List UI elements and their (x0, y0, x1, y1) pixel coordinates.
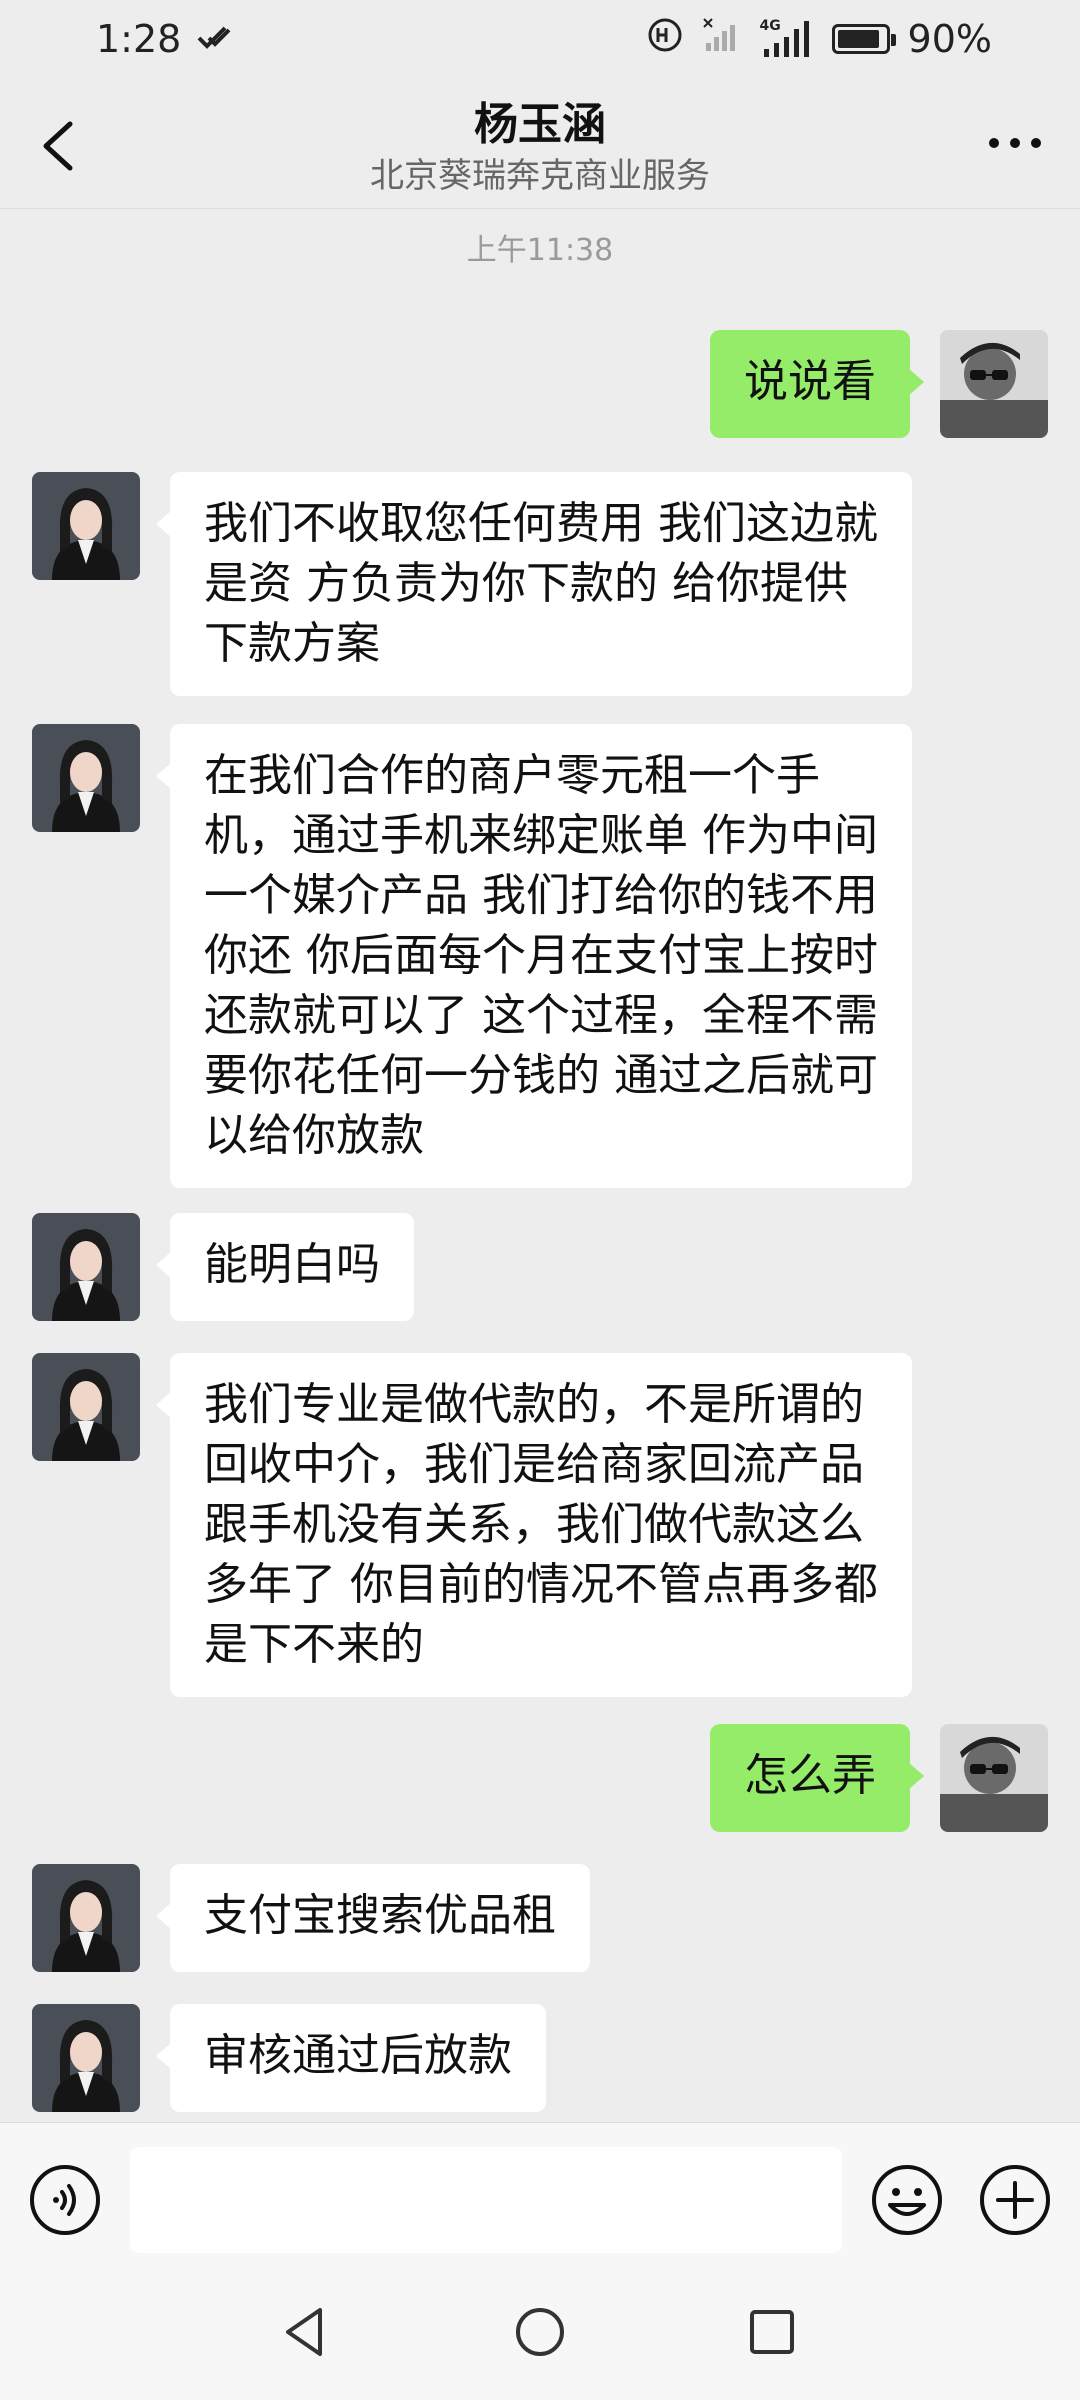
my-avatar[interactable] (940, 330, 1048, 438)
voice-icon (30, 2165, 100, 2235)
contact-name: 杨玉涵 (474, 99, 606, 150)
voice-button[interactable] (28, 2163, 102, 2237)
nav-home-button[interactable] (512, 2304, 568, 2360)
more-button[interactable] (980, 118, 1050, 168)
system-nav-bar (0, 2264, 1080, 2400)
emoji-button[interactable] (870, 2163, 944, 2237)
message-bubble-outgoing[interactable]: 说说看 (710, 330, 924, 438)
battery-fill (837, 30, 879, 48)
contact-avatar[interactable] (32, 1353, 140, 1461)
signal-4g-icon: 4G (760, 19, 814, 59)
input-bar (0, 2122, 1080, 2265)
message-bubble-incoming[interactable]: 审核通过后放款 (156, 2004, 546, 2112)
my-avatar[interactable] (940, 1724, 1048, 1832)
status-right: 4G 90% (646, 16, 992, 63)
contact-avatar[interactable] (32, 1213, 140, 1321)
status-bar: 1:28 4G 90% (0, 0, 1080, 78)
more-dots-icon (989, 138, 1041, 148)
triangle-back-icon (286, 2308, 322, 2356)
contact-subtitle: 北京葵瑞奔克商业服务 (370, 156, 710, 196)
plus-button[interactable] (978, 2163, 1052, 2237)
contact-avatar[interactable] (32, 472, 140, 580)
contact-avatar[interactable] (32, 724, 140, 832)
message-bubble-incoming[interactable]: 能明白吗 (156, 1213, 414, 1321)
emoji-icon (872, 2165, 942, 2235)
hd-call-icon (646, 16, 684, 63)
battery-icon (831, 24, 896, 54)
signal-off-icon (702, 17, 742, 62)
chat-screen: 1:28 4G 90% 杨玉涵 北京葵瑞奔克商业服务 上午11:38 说说看 我… (0, 0, 1080, 2400)
message-bubble-incoming[interactable]: 我们专业是做代款的，不是所谓的回收中介，我们是给商家回流产品跟手机没有关系，我们… (156, 1353, 912, 1697)
message-bubble-incoming[interactable]: 支付宝搜索优品租 (156, 1864, 590, 1972)
nav-back-button[interactable] (278, 2304, 334, 2360)
message-timestamp: 上午11:38 (466, 233, 614, 268)
message-bubble-incoming[interactable]: 我们不收取您任何费用 我们这边就是资 方负责为你下款的 给你提供下款方案 (156, 472, 912, 696)
nav-recent-button[interactable] (744, 2304, 800, 2360)
notification-icon (195, 17, 233, 61)
contact-avatar[interactable] (32, 1864, 140, 1972)
message-bubble-incoming[interactable]: 在我们合作的商户零元租一个手机，通过手机来绑定账单 作为中间一个媒介产品 我们打… (156, 724, 912, 1188)
contact-avatar[interactable] (32, 2004, 140, 2112)
message-bubble-outgoing[interactable]: 怎么弄 (710, 1724, 924, 1832)
message-input[interactable] (130, 2147, 842, 2253)
status-left: 1:28 (96, 17, 233, 61)
plus-icon (980, 2165, 1050, 2235)
status-time: 1:28 (96, 17, 182, 61)
square-recent-icon (750, 2310, 794, 2354)
battery-percent: 90% (907, 17, 992, 61)
circle-home-icon (516, 2308, 564, 2356)
chat-header: 杨玉涵 北京葵瑞奔克商业服务 (0, 78, 1080, 209)
